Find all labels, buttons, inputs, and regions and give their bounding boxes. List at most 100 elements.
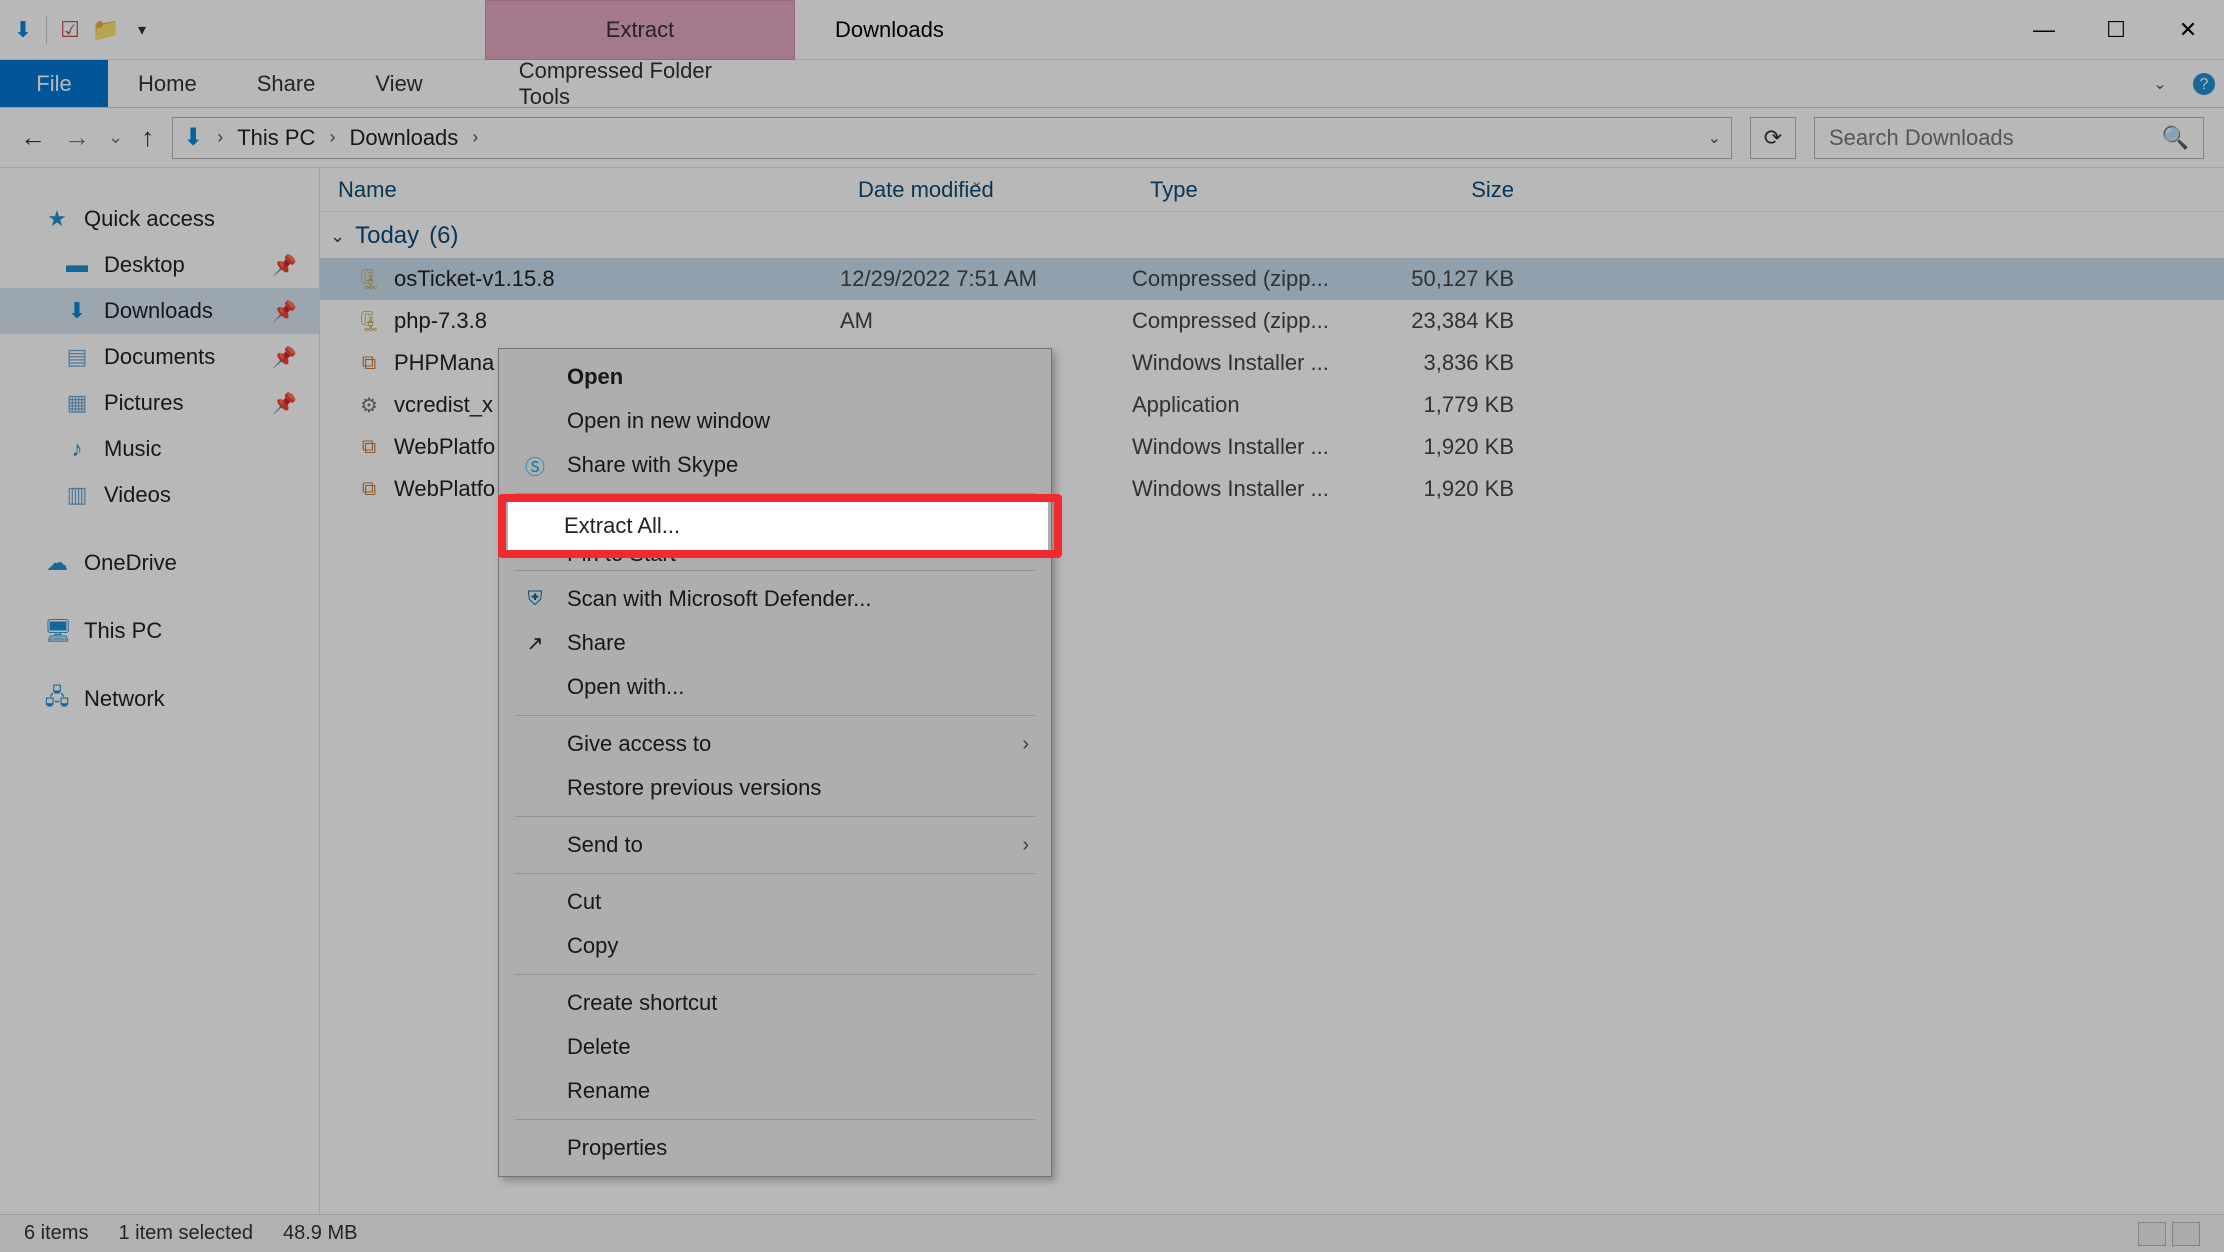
- sidebar-item-label: Documents: [104, 344, 215, 370]
- sidebar-item-videos[interactable]: ▥ Videos: [0, 472, 319, 518]
- cloud-icon: ☁: [44, 550, 70, 576]
- menu-open[interactable]: Open: [501, 355, 1049, 399]
- download-icon: ⬇: [64, 298, 90, 324]
- file-name: vcredist_x: [394, 392, 493, 418]
- help-icon[interactable]: ?: [2184, 60, 2224, 107]
- chevron-right-icon[interactable]: ›: [472, 127, 478, 148]
- up-button[interactable]: ↑: [141, 122, 154, 153]
- thumbnails-view-button[interactable]: [2172, 1222, 2200, 1246]
- group-header-today[interactable]: ⌄ Today (6): [320, 212, 2224, 258]
- search-input[interactable]: Search Downloads 🔍: [1814, 117, 2204, 159]
- col-name[interactable]: Name: [320, 177, 840, 203]
- details-view-button[interactable]: [2138, 1222, 2166, 1246]
- file-name: WebPlatfo: [394, 434, 495, 460]
- properties-qat-icon[interactable]: ☑: [57, 17, 83, 43]
- sidebar-item-pictures[interactable]: ▦ Pictures 📌: [0, 380, 319, 426]
- location-icon: ⬇: [183, 123, 203, 152]
- breadcrumb-downloads[interactable]: Downloads: [349, 125, 458, 151]
- chevron-right-icon: ›: [1022, 733, 1029, 756]
- tab-home[interactable]: Home: [108, 60, 227, 107]
- refresh-button[interactable]: ⟳: [1750, 117, 1796, 159]
- sidebar-item-label: Desktop: [104, 252, 185, 278]
- close-button[interactable]: ✕: [2152, 6, 2224, 54]
- menu-properties[interactable]: Properties: [501, 1126, 1049, 1170]
- back-button[interactable]: ←: [20, 122, 46, 153]
- context-menu: Open Open in new window ⓈShare with Skyp…: [498, 348, 1052, 1177]
- tab-view[interactable]: View: [345, 60, 452, 107]
- status-selected: 1 item selected: [118, 1222, 253, 1245]
- shield-icon: ⛨: [521, 588, 549, 611]
- address-dropdown-icon[interactable]: ⌄: [1708, 128, 1721, 148]
- sidebar-item-desktop[interactable]: ▬ Desktop 📌: [0, 242, 319, 288]
- sidebar-label: This PC: [84, 618, 162, 644]
- sidebar-label: Network: [84, 686, 165, 712]
- status-size: 48.9 MB: [283, 1222, 357, 1245]
- menu-open-new-window[interactable]: Open in new window: [501, 399, 1049, 443]
- menu-extract-all[interactable]: Extract All...: [508, 502, 1048, 550]
- ribbon-expand-icon[interactable]: ⌄: [2136, 60, 2184, 107]
- sidebar-item-downloads[interactable]: ⬇ Downloads 📌: [0, 288, 319, 334]
- sidebar-onedrive[interactable]: ☁ OneDrive: [0, 540, 319, 586]
- breadcrumb-this-pc[interactable]: This PC: [237, 125, 315, 151]
- sidebar-quick-access[interactable]: ★ Quick access: [0, 196, 319, 242]
- file-type: Windows Installer ...: [1132, 434, 1374, 460]
- msi-file-icon: ⧉: [356, 434, 382, 460]
- menu-cut[interactable]: Cut: [501, 880, 1049, 924]
- file-date: 12/29/2022 7:51 AM: [840, 266, 1132, 292]
- pin-icon: 📌: [272, 299, 297, 324]
- desktop-icon: ▬: [64, 252, 90, 278]
- menu-share-skype[interactable]: ⓈShare with Skype: [501, 443, 1049, 487]
- title-bar: ⬇ ☑ 📁 ▾ Extract Downloads — ☐ ✕: [0, 0, 2224, 60]
- chevron-right-icon[interactable]: ›: [217, 127, 223, 148]
- col-size[interactable]: Size: [1374, 177, 1534, 203]
- menu-open-with[interactable]: Open with...: [501, 665, 1049, 709]
- sidebar-label: OneDrive: [84, 550, 177, 576]
- sidebar-item-label: Videos: [104, 482, 171, 508]
- menu-delete[interactable]: Delete: [501, 1025, 1049, 1069]
- sidebar-item-label: Pictures: [104, 390, 183, 416]
- status-bar: 6 items 1 item selected 48.9 MB: [0, 1214, 2224, 1252]
- forward-button[interactable]: →: [64, 122, 90, 153]
- file-type: Compressed (zipp...: [1132, 266, 1374, 292]
- menu-restore-previous[interactable]: Restore previous versions: [501, 766, 1049, 810]
- file-name: WebPlatfo: [394, 476, 495, 502]
- menu-scan-defender[interactable]: ⛨Scan with Microsoft Defender...: [501, 577, 1049, 621]
- menu-give-access[interactable]: Give access to›: [501, 722, 1049, 766]
- new-folder-qat-icon[interactable]: 📁: [93, 17, 119, 43]
- file-size: 1,920 KB: [1374, 476, 1534, 502]
- sidebar-this-pc[interactable]: 🖥 This PC: [0, 608, 319, 654]
- chevron-right-icon[interactable]: ›: [329, 127, 335, 148]
- recent-dropdown-icon[interactable]: ⌄: [108, 127, 123, 148]
- col-date[interactable]: Date modified⌄: [840, 177, 1132, 203]
- menu-send-to[interactable]: Send to›: [501, 823, 1049, 867]
- minimize-button[interactable]: —: [2008, 6, 2080, 54]
- chevron-right-icon: ›: [1022, 834, 1029, 857]
- highlight-extract-all: Extract All...: [498, 494, 1062, 558]
- menu-copy[interactable]: Copy: [501, 924, 1049, 968]
- menu-rename[interactable]: Rename: [501, 1069, 1049, 1113]
- address-bar[interactable]: ⬇ › This PC › Downloads › ⌄: [172, 117, 1732, 159]
- videos-icon: ▥: [64, 482, 90, 508]
- file-row[interactable]: 🗜php-7.3.8AMCompressed (zipp...23,384 KB: [320, 300, 2224, 342]
- pin-icon: 📌: [272, 253, 297, 278]
- nav-pane: ★ Quick access ▬ Desktop 📌 ⬇ Downloads 📌…: [0, 168, 320, 1214]
- pictures-icon: ▦: [64, 390, 90, 416]
- maximize-button[interactable]: ☐: [2080, 6, 2152, 54]
- col-type[interactable]: Type: [1132, 177, 1374, 203]
- tab-share[interactable]: Share: [227, 60, 346, 107]
- down-arrow-icon[interactable]: ⬇: [10, 17, 36, 43]
- file-name: php-7.3.8: [394, 308, 487, 334]
- ribbon: File Home Share View Compressed Folder T…: [0, 60, 2224, 108]
- file-size: 1,779 KB: [1374, 392, 1534, 418]
- qat-dropdown-icon[interactable]: ▾: [129, 17, 155, 43]
- network-icon: 🖧: [44, 680, 70, 718]
- sidebar-item-music[interactable]: ♪ Music: [0, 426, 319, 472]
- file-row[interactable]: 🗜osTicket-v1.15.812/29/2022 7:51 AMCompr…: [320, 258, 2224, 300]
- sidebar-item-documents[interactable]: ▤ Documents 📌: [0, 334, 319, 380]
- file-tab[interactable]: File: [0, 60, 108, 107]
- sidebar-network[interactable]: 🖧 Network: [0, 676, 319, 722]
- tab-compressed-folder-tools[interactable]: Compressed Folder Tools: [489, 60, 799, 107]
- menu-share[interactable]: ↗Share: [501, 621, 1049, 665]
- sidebar-item-label: Downloads: [104, 298, 213, 324]
- menu-create-shortcut[interactable]: Create shortcut: [501, 981, 1049, 1025]
